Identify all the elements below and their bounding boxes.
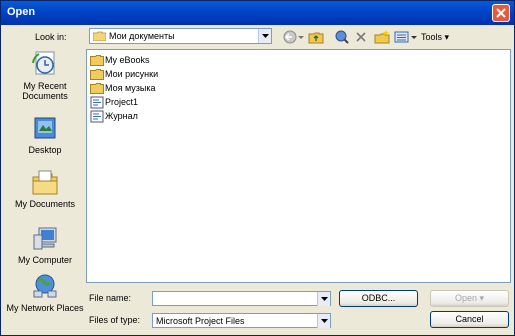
places-label-desktop: Desktop bbox=[28, 145, 62, 155]
lookin-dropdown[interactable]: Мои документы bbox=[89, 28, 272, 44]
lookin-dropdown-button[interactable] bbox=[258, 29, 271, 43]
file-name: Журнал bbox=[105, 111, 138, 121]
places-label-my-documents: My Documents bbox=[14, 199, 76, 209]
up-folder-icon[interactable] bbox=[308, 29, 324, 45]
places-label-recent: My Recent Documents bbox=[22, 81, 68, 101]
cancel-button[interactable]: Cancel bbox=[430, 311, 509, 328]
odbc-button[interactable]: ODBC... bbox=[339, 290, 418, 307]
my-documents-folder-icon bbox=[93, 31, 106, 41]
views-dropdown-icon[interactable] bbox=[411, 29, 417, 45]
chevron-down-icon bbox=[262, 34, 269, 38]
chevron-down-icon bbox=[321, 319, 328, 323]
chevron-down-icon: ▾ bbox=[479, 293, 485, 303]
search-web-icon[interactable] bbox=[334, 29, 350, 45]
places-label-network: My Network Places bbox=[6, 303, 84, 313]
folder-icon bbox=[90, 69, 104, 80]
title-bar[interactable]: Open bbox=[1, 1, 514, 25]
close-icon bbox=[496, 8, 506, 18]
folder-icon bbox=[90, 83, 104, 94]
window-title: Open bbox=[7, 6, 36, 18]
filetype-select[interactable]: Microsoft Project Files bbox=[152, 313, 331, 328]
places-item-desktop[interactable]: Desktop bbox=[6, 115, 84, 155]
new-folder-icon[interactable] bbox=[374, 29, 390, 45]
my-documents-icon bbox=[32, 170, 58, 195]
project-file-icon bbox=[90, 96, 104, 109]
file-list[interactable]: My eBooks Мои рисунки Моя музыка Project… bbox=[86, 49, 511, 283]
lookin-label: Look in: bbox=[35, 32, 67, 42]
back-dropdown-icon[interactable] bbox=[298, 29, 304, 45]
folder-icon bbox=[90, 55, 104, 66]
open-dialog: Open Look in: Мои документы Tools ▾ My R… bbox=[0, 0, 515, 336]
filename-input[interactable] bbox=[152, 291, 331, 306]
desktop-icon bbox=[34, 117, 56, 139]
places-item-my-computer[interactable]: My Computer bbox=[6, 225, 84, 265]
delete-icon[interactable] bbox=[354, 29, 368, 45]
places-bar: My Recent Documents Desktop My Documents bbox=[6, 49, 84, 329]
tools-label: Tools bbox=[421, 32, 443, 42]
filetype-label: Files of type: bbox=[89, 315, 141, 325]
my-computer-icon bbox=[33, 227, 57, 250]
filetype-value: Microsoft Project Files bbox=[156, 316, 245, 326]
file-name: Моя музыка bbox=[105, 83, 156, 93]
filename-label: File name: bbox=[89, 293, 132, 303]
chevron-down-icon: ▾ bbox=[444, 32, 450, 42]
filetype-dropdown-button[interactable] bbox=[317, 314, 330, 328]
tools-menu[interactable]: Tools ▾ bbox=[421, 32, 449, 43]
project-file-icon bbox=[90, 110, 104, 123]
filename-dropdown-button[interactable] bbox=[317, 292, 330, 306]
my-network-places-icon bbox=[33, 274, 57, 298]
back-icon[interactable] bbox=[282, 29, 298, 45]
file-name: Project1 bbox=[105, 97, 139, 107]
places-item-my-documents[interactable]: My Documents bbox=[6, 169, 84, 209]
open-button[interactable]: Open ▾ bbox=[430, 290, 509, 307]
file-name: My eBooks bbox=[105, 55, 150, 65]
close-button[interactable] bbox=[492, 4, 510, 22]
file-name: Мои рисунки bbox=[105, 69, 159, 79]
places-label-my-computer: My Computer bbox=[17, 255, 72, 265]
places-item-recent[interactable]: My Recent Documents bbox=[6, 49, 84, 101]
recent-documents-icon bbox=[32, 51, 55, 75]
open-label: Open bbox=[454, 293, 477, 303]
lookin-value: Мои документы bbox=[109, 31, 175, 41]
places-item-network[interactable]: My Network Places bbox=[6, 273, 84, 313]
chevron-down-icon bbox=[321, 297, 328, 301]
views-icon[interactable] bbox=[394, 29, 410, 45]
